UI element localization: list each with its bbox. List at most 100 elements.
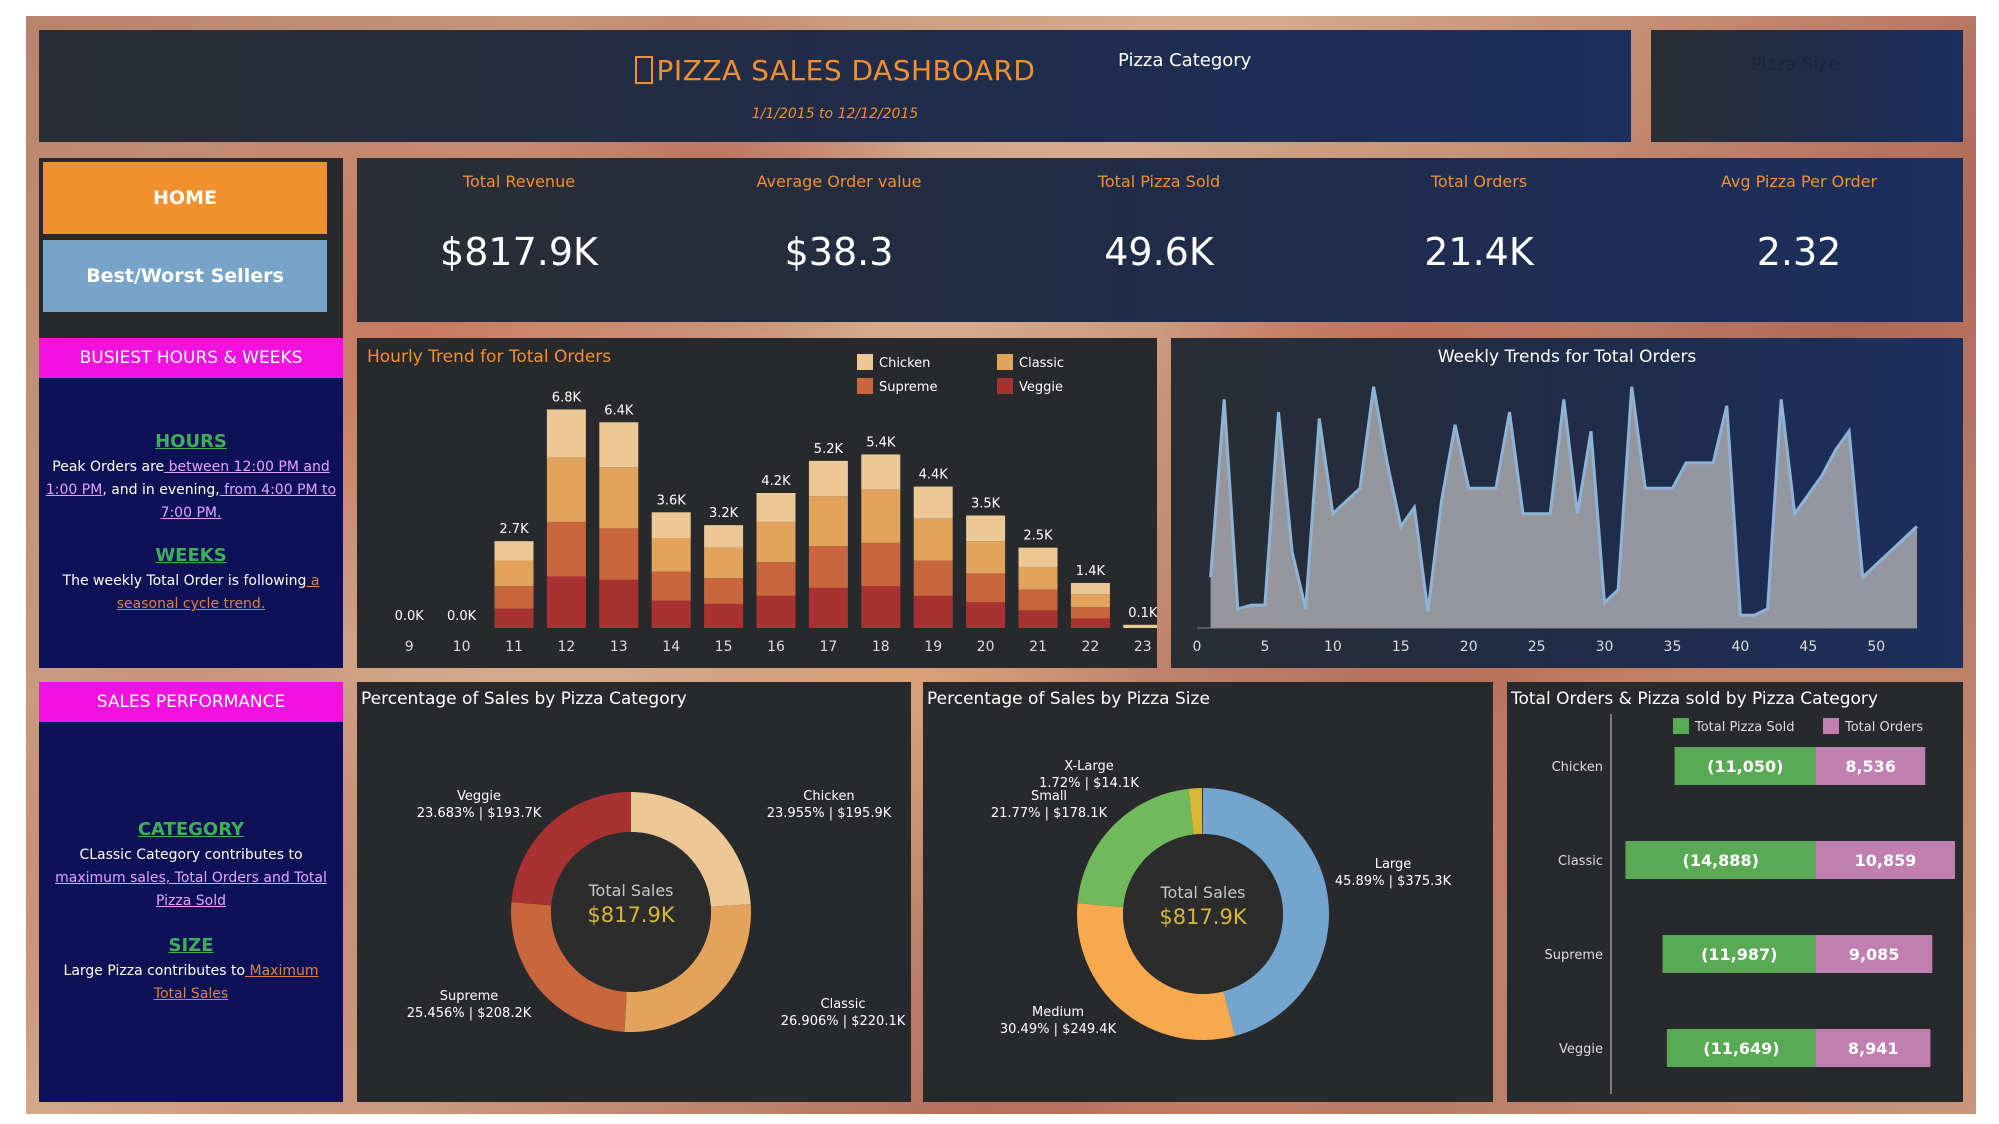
category-orders-chart: Total Orders & Pizza sold by Pizza Categ… <box>1510 689 1955 1094</box>
slice-value-label: 21.77% | $178.1K <box>991 806 1108 821</box>
bar-segment <box>861 489 901 543</box>
data-label: (11,987) <box>1701 945 1777 964</box>
title-text: PIZZA SALES DASHBOARD <box>656 54 1036 87</box>
best-worst-sellers-button[interactable]: Best/Worst Sellers <box>43 240 327 312</box>
legend-swatch <box>997 378 1013 394</box>
bar-segment <box>1018 610 1058 628</box>
pizza-category-filter[interactable]: Pizza Category <box>1118 50 1251 71</box>
slice-value-label: 26.906% | $220.1K <box>781 1014 906 1029</box>
kpi-label: Total Orders <box>1430 172 1528 191</box>
category-heading: CATEGORY <box>137 819 245 840</box>
data-label: 4.2K <box>761 474 791 489</box>
data-label: 3.2K <box>709 506 739 521</box>
bar-segment <box>599 422 639 468</box>
data-label: 2.7K <box>499 522 529 537</box>
center-label: Total Sales <box>587 881 673 900</box>
data-label: 6.4K <box>604 403 634 418</box>
bar-segment <box>913 560 953 596</box>
x-tick-label: 17 <box>819 639 837 655</box>
hours-note: HOURS Peak Orders are between 12:00 PM a… <box>45 428 337 525</box>
slice-value-label: 1.72% | $14.1K <box>1039 776 1139 791</box>
home-button[interactable]: HOME <box>43 162 327 234</box>
kpi-value: 49.6K <box>1104 230 1214 274</box>
x-tick-label: 10 <box>453 639 471 655</box>
bar-segment <box>808 460 848 497</box>
category-label: Chicken <box>1552 760 1603 775</box>
x-tick-label: 23 <box>1134 639 1152 655</box>
pizza-size-filter-panel[interactable]: Pizza Size <box>1651 30 1963 142</box>
bar-segment <box>704 547 744 579</box>
sales-performance-panel: SALES PERFORMANCE CATEGORY CLassic Categ… <box>39 682 343 1102</box>
x-tick-label: 14 <box>662 639 680 655</box>
pizza-size-filter[interactable]: Pizza Size <box>1751 54 1839 75</box>
x-tick-label: 19 <box>924 639 942 655</box>
area-fill <box>1210 386 1917 628</box>
legend-swatch <box>997 354 1013 370</box>
kpi-label: Average Order value <box>756 172 922 191</box>
category-orders-panel: Total Orders & Pizza sold by Pizza Categ… <box>1507 682 1963 1102</box>
data-label: 1.4K <box>1076 564 1106 579</box>
bar-segment <box>651 571 691 601</box>
x-tick-label: 10 <box>1324 639 1342 655</box>
busiest-hours-header: BUSIEST HOURS & WEEKS <box>39 338 343 378</box>
legend-label: Veggie <box>1019 380 1063 395</box>
slice-name-label: Large <box>1375 857 1412 872</box>
nav-panel: HOME Best/Worst Sellers <box>39 158 343 338</box>
size-donut-chart: Percentage of Sales by Pizza Size Large 45… <box>927 689 1452 1040</box>
bar-segment <box>1123 625 1157 628</box>
bar-segment <box>546 409 586 458</box>
center-value: $817.9K <box>587 903 675 927</box>
bar-segment <box>756 521 796 563</box>
data-label: 0.1K <box>1128 606 1157 621</box>
legend-swatch <box>1823 718 1839 734</box>
legend-label: Chicken <box>879 356 930 371</box>
center-label: Total Sales <box>1159 883 1245 902</box>
page-title: PIZZA SALES DASHBOARD <box>39 54 1631 87</box>
bar-segment <box>494 608 534 628</box>
x-tick-label: 40 <box>1731 639 1749 655</box>
category-label: Classic <box>1558 854 1603 869</box>
slice-name-label: Small <box>1031 789 1067 804</box>
category-link-1[interactable]: maximum sales, Total Orders and Total Pi… <box>55 870 327 909</box>
legend-label: Classic <box>1019 356 1064 371</box>
bar-segment <box>861 454 901 490</box>
bar-segment <box>966 515 1006 542</box>
legend-swatch <box>857 354 873 370</box>
size-text-1: Large Pizza contributes to <box>63 963 246 979</box>
bar-segment <box>494 560 534 587</box>
category-label: Supreme <box>1545 948 1603 963</box>
weeks-text-1: The weekly Total Order is following <box>62 573 307 589</box>
kpi-panel: Total Revenue $817.9K Average Order valu… <box>357 158 1963 322</box>
x-tick-label: 15 <box>715 639 733 655</box>
bar-segment <box>1018 566 1058 590</box>
busiest-hours-panel: BUSIEST HOURS & WEEKS HOURS Peak Orders … <box>39 338 343 668</box>
hours-text-1: Peak Orders are <box>52 459 165 475</box>
bar-segment <box>966 573 1006 603</box>
x-tick-label: 0 <box>1193 639 1202 655</box>
sales-performance-header: SALES PERFORMANCE <box>39 682 343 722</box>
bar-segment <box>756 562 796 596</box>
bar-segment <box>704 578 744 604</box>
data-label: (14,888) <box>1683 851 1759 870</box>
legend-swatch <box>1673 718 1689 734</box>
bar-segment <box>1018 589 1058 611</box>
x-tick-label: 16 <box>767 639 785 655</box>
bar-segment <box>808 546 848 588</box>
chart-title: Percentage of Sales by Pizza Size <box>927 689 1210 709</box>
data-label: 0.0K <box>447 609 477 624</box>
category-label: Veggie <box>1559 1042 1603 1057</box>
data-label: 9,085 <box>1849 945 1900 964</box>
hourly-trend-panel: Hourly Trend for Total Orders Chicken Clas… <box>357 338 1157 668</box>
pizza-icon <box>634 56 653 84</box>
bar-segment <box>599 467 639 529</box>
bar-segment <box>494 586 534 609</box>
x-tick-label: 30 <box>1596 639 1614 655</box>
bar-segment <box>1070 583 1110 595</box>
category-donut-panel: Percentage of Sales by Pizza Category Chi… <box>357 682 911 1102</box>
x-tick-label: 5 <box>1260 639 1269 655</box>
chart-title: Total Orders & Pizza sold by Pizza Categ… <box>1510 689 1878 709</box>
bar-segment <box>651 538 691 572</box>
bar-segment <box>704 525 744 548</box>
size-note: SIZE Large Pizza contributes to Maximum … <box>45 932 337 1006</box>
bar-segment <box>966 541 1006 574</box>
